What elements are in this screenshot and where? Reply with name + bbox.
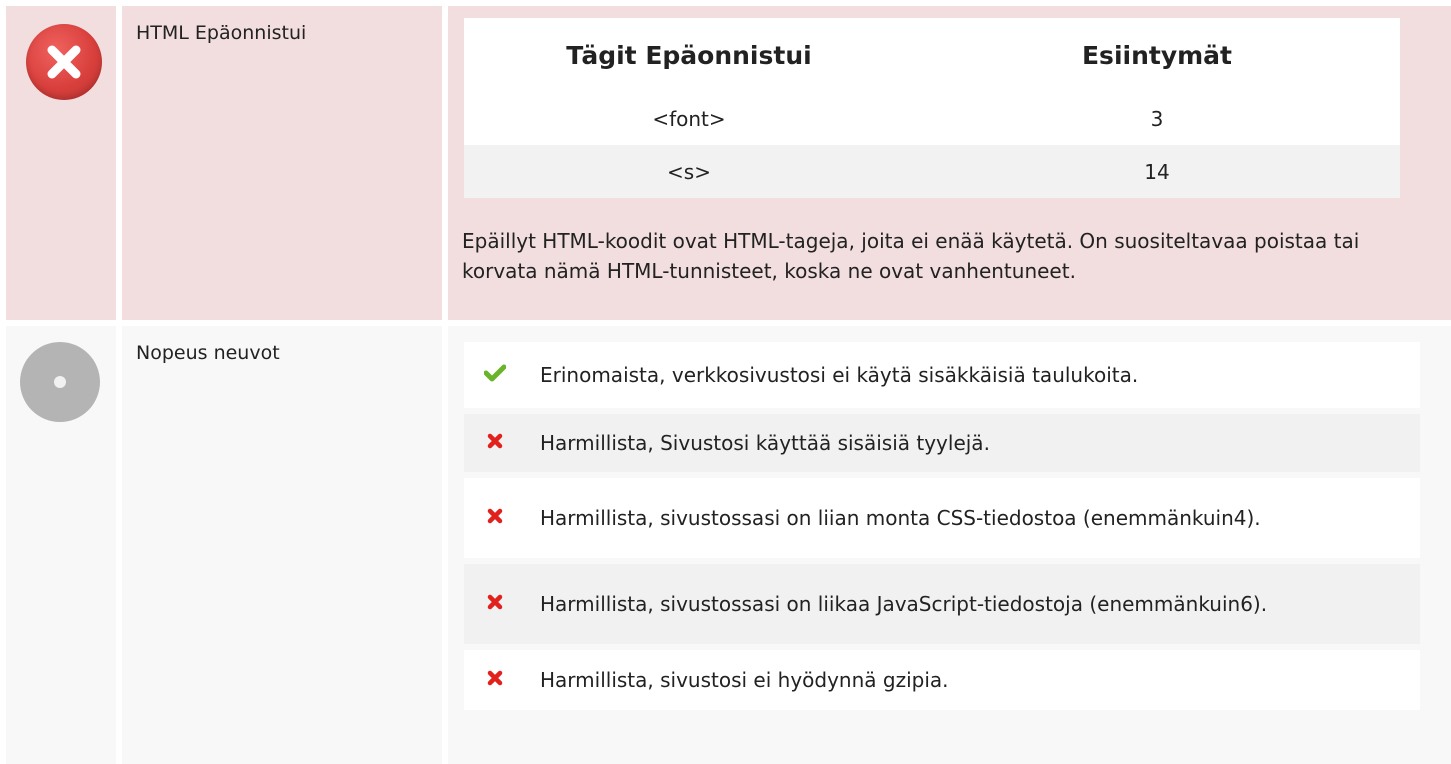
tip-text: Harmillista, sivustosi ei hyödynnä gzipi…	[526, 650, 1420, 710]
cross-icon	[487, 670, 503, 690]
status-cell	[6, 6, 116, 320]
column-header-occurrences: Esiintymät	[914, 18, 1400, 92]
error-icon	[26, 24, 102, 100]
list-item: Harmillista, sivustosi ei hyödynnä gzipi…	[464, 650, 1420, 710]
seo-report: HTML Epäonnistui Tägit Epäonnistui Esiin…	[0, 0, 1451, 764]
cross-icon	[487, 433, 503, 453]
list-item: Harmillista, Sivustosi käyttää sisäisiä …	[464, 414, 1420, 472]
tip-text: Harmillista, sivustossasi on liikaa Java…	[526, 564, 1420, 644]
speed-tips-list: Erinomaista, verkkosivustosi ei käytä si…	[464, 342, 1420, 716]
row-label: Nopeus neuvot	[136, 342, 280, 364]
neutral-icon	[20, 342, 100, 422]
tip-text: Erinomaista, verkkosivustosi ei käytä si…	[526, 342, 1420, 408]
label-cell: Nopeus neuvot	[122, 326, 442, 764]
tag-cell: <s>	[464, 145, 914, 198]
advice-text: Epäillyt HTML-koodit ovat HTML-tageja, j…	[462, 229, 1360, 283]
column-header-tags: Tägit Epäonnistui	[464, 18, 914, 92]
cross-icon	[487, 508, 503, 528]
tip-text: Harmillista, Sivustosi käyttää sisäisiä …	[526, 414, 1420, 472]
table-row: <s> 14	[464, 145, 1400, 198]
table-header-row: Tägit Epäonnistui Esiintymät	[464, 18, 1400, 92]
html-failed-row: HTML Epäonnistui Tägit Epäonnistui Esiin…	[0, 6, 1451, 320]
deprecated-tags-table: Tägit Epäonnistui Esiintymät <font> 3 <s…	[464, 18, 1400, 198]
tag-cell: <font>	[464, 92, 914, 145]
row-label: HTML Epäonnistui	[136, 22, 307, 44]
list-item: Harmillista, sivustossasi on liian monta…	[464, 478, 1420, 558]
content-cell: Erinomaista, verkkosivustosi ei käytä si…	[448, 326, 1451, 764]
content-cell: Tägit Epäonnistui Esiintymät <font> 3 <s…	[448, 6, 1451, 320]
speed-tips-row: Nopeus neuvot Erinomaista, verkkosivusto…	[0, 326, 1451, 764]
count-cell: 3	[914, 92, 1400, 145]
table-row: <font> 3	[464, 92, 1400, 145]
check-icon	[483, 364, 507, 386]
count-cell: 14	[914, 145, 1400, 198]
list-item: Erinomaista, verkkosivustosi ei käytä si…	[464, 342, 1420, 408]
label-cell: HTML Epäonnistui	[122, 6, 442, 320]
cross-icon	[487, 594, 503, 614]
list-item: Harmillista, sivustossasi on liikaa Java…	[464, 564, 1420, 644]
tip-text: Harmillista, sivustossasi on liian monta…	[526, 478, 1420, 558]
